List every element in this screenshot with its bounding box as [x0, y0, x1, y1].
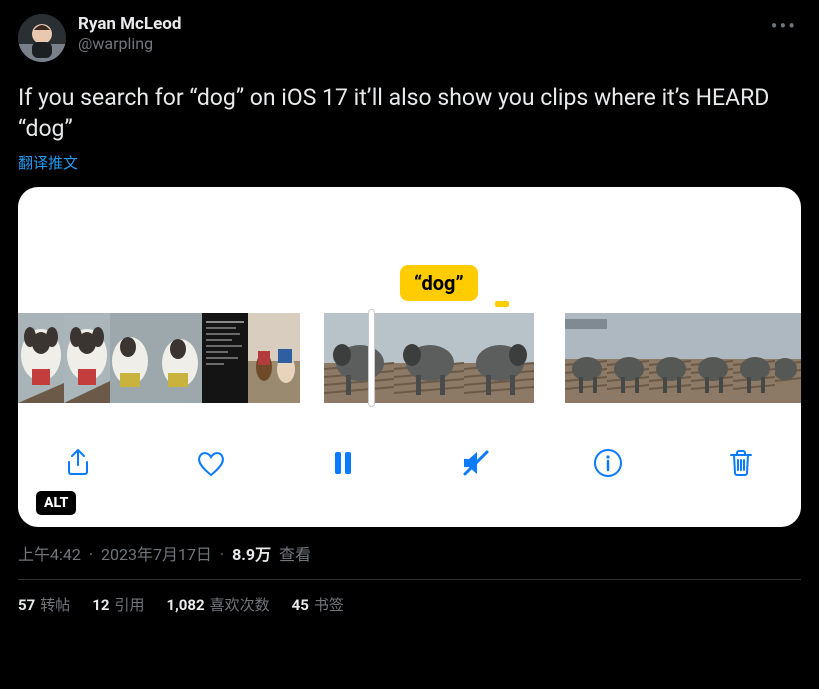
timeline-frame — [733, 313, 775, 403]
timeline-frame — [775, 313, 801, 403]
trash-icon[interactable] — [719, 441, 763, 485]
tweet-header: Ryan McLeod @warpling ••• — [18, 14, 801, 62]
timeline-frame — [110, 313, 156, 403]
views-label: 查看 — [279, 545, 311, 564]
info-icon[interactable] — [586, 441, 630, 485]
more-menu-icon[interactable]: ••• — [767, 14, 801, 38]
pause-icon[interactable] — [321, 441, 365, 485]
stat-count: 1,082 — [166, 596, 204, 614]
likes-stat[interactable]: 1,082 喜欢次数 — [166, 594, 269, 615]
clip-gap — [534, 313, 565, 403]
timeline-frame — [156, 313, 202, 403]
clip-gap — [300, 313, 324, 403]
avatar[interactable] — [18, 14, 66, 62]
stat-label: 喜欢次数 — [210, 594, 270, 615]
timeline-frame — [64, 313, 110, 403]
tweet-time[interactable]: 上午4:42 — [18, 545, 81, 564]
timeline-frame — [324, 313, 394, 403]
timeline-frame — [691, 313, 733, 403]
tweet-meta: 上午4:42 · 2023年7月17日 · 8.9万 查看 — [18, 541, 801, 565]
media-card[interactable]: “dog” — [18, 187, 801, 527]
stat-label: 引用 — [114, 594, 144, 615]
video-scrubber-timeline[interactable] — [18, 313, 801, 403]
timeline-frame — [607, 313, 649, 403]
timeline-frame — [649, 313, 691, 403]
avatar-image — [18, 14, 66, 62]
stat-count: 12 — [92, 596, 109, 614]
media-toolbar — [18, 441, 801, 485]
heart-icon[interactable] — [189, 441, 233, 485]
timeline-frame — [248, 313, 300, 403]
handle: @warpling — [78, 34, 767, 53]
mute-icon[interactable] — [454, 441, 498, 485]
stat-count: 45 — [292, 596, 309, 614]
tweet-date[interactable]: 2023年7月17日 — [101, 545, 212, 564]
tweet-text: If you search for “dog” on iOS 17 it’ll … — [18, 82, 801, 144]
stat-count: 57 — [18, 596, 35, 614]
views-count: 8.9万 — [232, 545, 271, 564]
stat-label: 书签 — [314, 594, 344, 615]
timeline-frame — [202, 313, 248, 403]
bookmarks-stat[interactable]: 45 书签 — [292, 594, 344, 615]
stat-label: 转帖 — [40, 594, 70, 615]
timeline-frame — [18, 313, 64, 403]
clip-group-2[interactable] — [324, 313, 534, 403]
translate-link[interactable]: 翻译推文 — [18, 152, 78, 173]
clip-group-1[interactable] — [18, 313, 300, 403]
playhead-marker — [495, 301, 509, 307]
share-icon[interactable] — [56, 441, 100, 485]
clip-group-3[interactable] — [565, 313, 801, 403]
search-term-bubble: “dog” — [400, 265, 478, 301]
author-names[interactable]: Ryan McLeod @warpling — [78, 14, 767, 53]
display-name: Ryan McLeod — [78, 14, 767, 34]
tweet-container: Ryan McLeod @warpling ••• If you search … — [0, 0, 819, 625]
timeline-frame — [394, 313, 464, 403]
scrubber-playhead[interactable] — [368, 309, 375, 407]
engagement-stats: 57 转帖 12 引用 1,082 喜欢次数 45 书签 — [18, 580, 801, 615]
alt-badge[interactable]: ALT — [36, 491, 76, 515]
retweets-stat[interactable]: 57 转帖 — [18, 594, 70, 615]
timeline-frame — [464, 313, 534, 403]
quotes-stat[interactable]: 12 引用 — [92, 594, 144, 615]
timeline-frame — [565, 313, 607, 403]
